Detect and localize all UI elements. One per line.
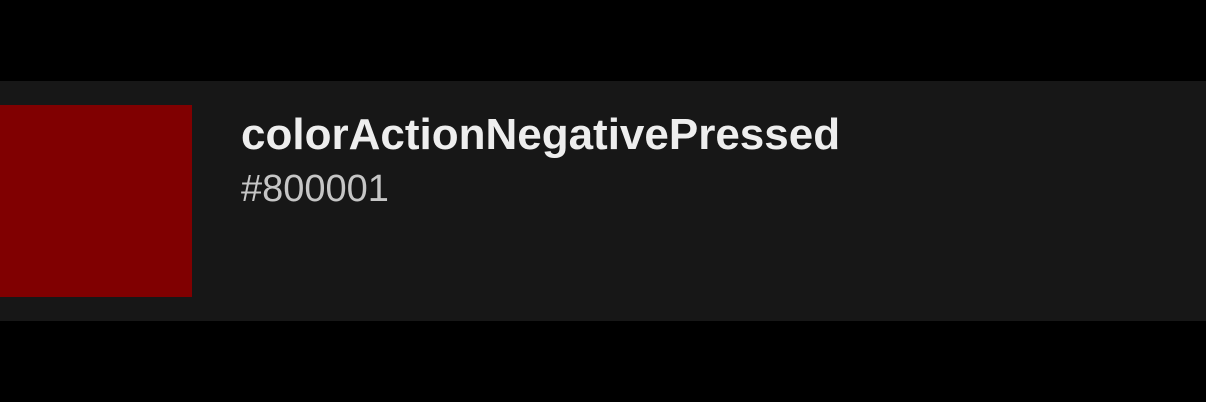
token-hex-value: #800001: [241, 168, 389, 210]
color-token-row[interactable]: colorActionNegativePressed #800001: [0, 81, 1206, 321]
color-palette-page: colorActionNegativePressed #800001: [0, 0, 1206, 402]
token-name: colorActionNegativePressed: [241, 110, 841, 159]
color-swatch: [0, 105, 192, 297]
